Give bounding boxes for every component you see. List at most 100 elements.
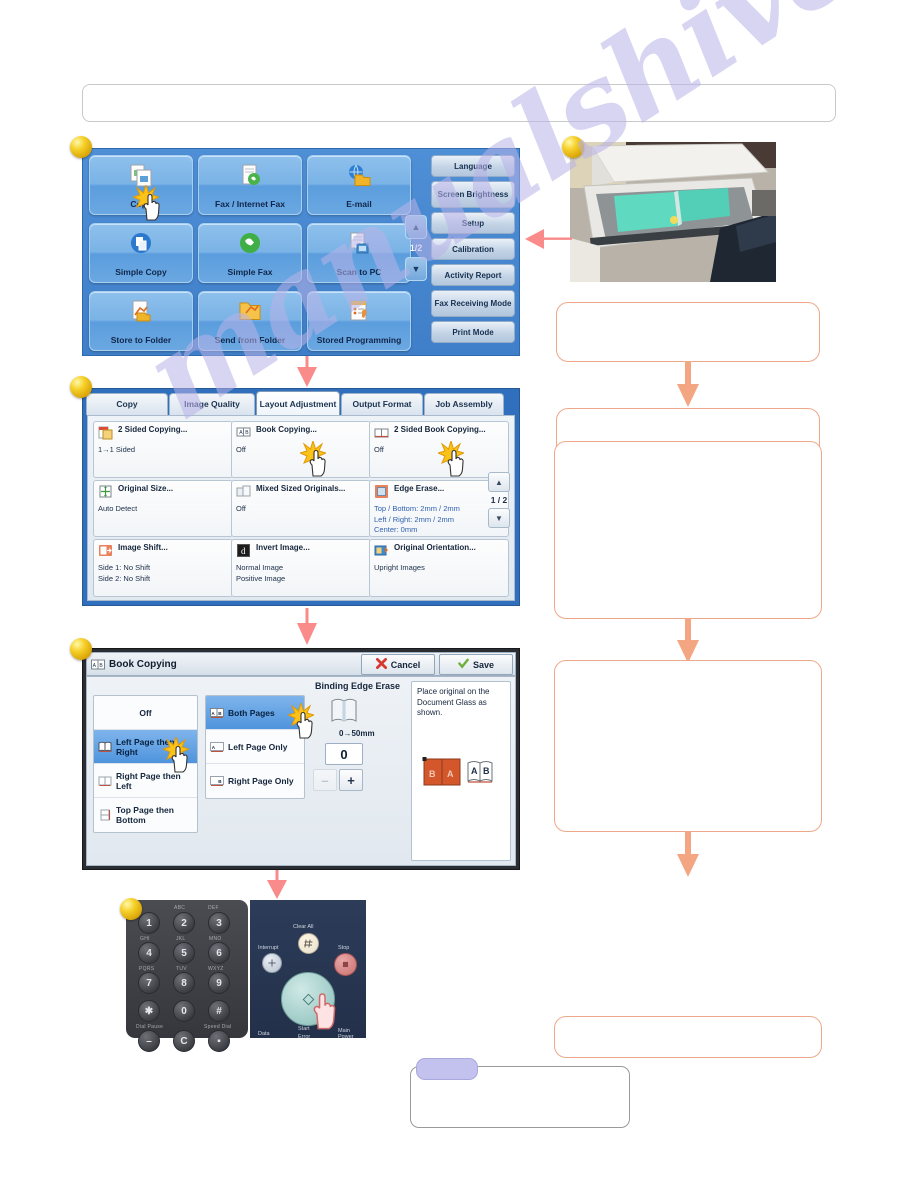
tab-job-assembly[interactable]: Job Assembly (424, 393, 504, 415)
key-4[interactable]: 4 (138, 942, 160, 964)
feature-original-orientation[interactable]: Original Orientation... Upright Images (369, 539, 509, 597)
tile-send-from-folder[interactable]: Send from Folder (198, 291, 302, 351)
tab-label: Job Assembly (435, 399, 493, 409)
key-digit: # (216, 1005, 222, 1017)
key-8[interactable]: 8 (173, 972, 195, 994)
side-button-setup[interactable]: Setup (431, 212, 515, 234)
flow-arrow-right-4 (675, 832, 701, 883)
feature-original-size[interactable]: Original Size... Auto Detect (93, 480, 233, 537)
feature-value: Center: 0mm (374, 525, 418, 534)
book-on-glass-icon: B A A B (417, 755, 505, 793)
option-top-page-then-bottom[interactable]: Top Page then Bottom (94, 798, 197, 832)
key-clear[interactable]: C (173, 1030, 195, 1052)
page-up-icon[interactable]: ▲ (405, 215, 427, 239)
document-glass-photo (570, 142, 776, 282)
home-side-buttons: Language Screen Brightness Setup Calibra… (431, 155, 515, 347)
binding-edge-erase-label: Binding Edge Erase (315, 681, 401, 691)
layout-tabs: Copy Image Quality Layout Adjustment Out… (86, 391, 516, 417)
tile-scan-to-pc[interactable]: Scan to PC (307, 223, 411, 283)
key-digit: 9 (216, 977, 222, 989)
key-asterisk[interactable]: ✱ (138, 1000, 160, 1022)
key-digit: ✱ (144, 1005, 154, 1017)
flow-arrow-left-photo (524, 228, 572, 255)
key-6[interactable]: 6 (208, 942, 230, 964)
feature-mixed-sized-originals[interactable]: Mixed Sized Originals... Off (231, 480, 371, 537)
key-9[interactable]: 9 (208, 972, 230, 994)
callout-box-3 (554, 441, 822, 619)
option-label: Right Page then Left (116, 770, 181, 791)
feature-invert-image[interactable]: d Invert Image... Normal Image Positive … (231, 539, 371, 597)
clear-all-button[interactable] (298, 933, 319, 954)
feature-title: 2 Sided Copying... (118, 425, 188, 434)
side-button-screen-brightness[interactable]: Screen Brightness (431, 181, 515, 208)
interrupt-button[interactable] (262, 953, 282, 973)
side-button-calibration[interactable]: Calibration (431, 238, 515, 260)
feature-value: Side 2: No Shift (98, 573, 151, 583)
layout-page-up-icon[interactable]: ▲ (488, 472, 510, 492)
cancel-button[interactable]: Cancel (361, 654, 435, 675)
side-button-print-mode[interactable]: Print Mode (431, 321, 515, 343)
key-1[interactable]: 1 (138, 912, 160, 934)
tab-image-quality[interactable]: Image Quality (169, 393, 255, 415)
option-left-page-only[interactable]: A Left Page Only (206, 730, 304, 764)
binding-edge-minus-button[interactable]: – (313, 769, 337, 791)
layout-page-down-icon[interactable]: ▼ (488, 508, 510, 528)
simple-copy-icon (128, 231, 154, 257)
layout-page-indicator: 1 / 2 (490, 495, 508, 505)
tile-simple-fax[interactable]: Simple Fax (198, 223, 302, 283)
tile-store-to-folder[interactable]: Store to Folder (89, 291, 193, 351)
callout-box-1 (556, 302, 820, 362)
hand-cursor-left-page-then-right (169, 745, 191, 773)
step-badge-3 (70, 638, 92, 660)
option-off[interactable]: Off (94, 696, 197, 730)
stop-button[interactable] (334, 953, 357, 976)
header-note-box (82, 84, 836, 122)
svg-text:B: B (429, 769, 436, 779)
tab-output-format[interactable]: Output Format (341, 393, 423, 415)
tile-label: Scan to PC (336, 267, 382, 277)
step-badge-2 (70, 376, 92, 398)
key-3[interactable]: 3 (208, 912, 230, 934)
hand-cursor-both-pages (294, 711, 316, 739)
key-0[interactable]: 0 (173, 1000, 195, 1022)
tile-fax-internet-fax[interactable]: Fax / Internet Fax (198, 155, 302, 215)
side-button-language[interactable]: Language (431, 155, 515, 177)
option-label: Right Page Only (228, 776, 294, 786)
option-right-page-only[interactable]: B Right Page Only (206, 764, 304, 798)
tab-copy[interactable]: Copy (86, 393, 168, 415)
tile-label: Simple Fax (227, 267, 273, 277)
pages-ab-icon: AB (210, 707, 224, 719)
tile-stored-programming[interactable]: Stored Programming (307, 291, 411, 351)
binding-edge-plus-button[interactable]: + (339, 769, 363, 791)
side-button-label: Fax Receiving Mode (434, 299, 512, 308)
side-button-activity-report[interactable]: Activity Report (431, 264, 515, 286)
callout-box-5 (554, 1016, 822, 1058)
svg-text:B: B (483, 766, 490, 776)
side-button-fax-receiving-mode[interactable]: Fax Receiving Mode (431, 290, 515, 317)
key-digit: C (180, 1035, 188, 1047)
start-label: Start (298, 1026, 310, 1032)
feature-image-shift[interactable]: Image Shift... Side 1: No Shift Side 2: … (93, 539, 233, 597)
page-down-icon[interactable]: ▼ (405, 257, 427, 281)
tile-label: Store to Folder (110, 335, 172, 345)
tile-simple-copy[interactable]: Simple Copy (89, 223, 193, 283)
tile-email[interactable]: E-mail (307, 155, 411, 215)
side-button-label: Language (454, 161, 492, 171)
bottom-note-tab (416, 1058, 478, 1080)
key-digit: – (146, 1035, 152, 1047)
key-digit: 5 (181, 947, 187, 959)
key-speed-dial[interactable]: ▪ (208, 1030, 230, 1052)
key-hash[interactable]: # (208, 1000, 230, 1022)
flow-arrow-down-2 (296, 608, 318, 651)
key-dial-pause[interactable]: – (138, 1030, 160, 1052)
key-2[interactable]: 2 (173, 912, 195, 934)
feature-2-sided-copying[interactable]: 2 Sided Copying... 1→1 Sided (93, 421, 233, 478)
key-digit: 8 (181, 977, 187, 989)
save-button[interactable]: Save (439, 654, 513, 675)
key-5[interactable]: 5 (173, 942, 195, 964)
binding-edge-book-icon (330, 695, 358, 725)
hand-cursor-start (310, 992, 340, 1030)
book-copying-icon: AB (236, 425, 251, 440)
tab-layout-adjustment[interactable]: Layout Adjustment (256, 391, 340, 417)
key-7[interactable]: 7 (138, 972, 160, 994)
